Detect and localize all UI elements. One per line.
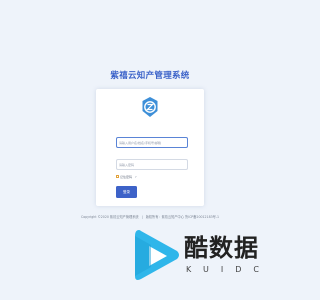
footer: Copyright ©2020 紫禧云知产管理系统 | 版权所有：紫禧云知产中心… [0,214,300,219]
watermark-play-logo-icon [135,230,179,280]
login-button[interactable]: 登录 [116,186,137,198]
password-input[interactable] [116,159,188,170]
footer-separator: | [141,215,143,219]
help-icon[interactable]: ? [135,175,137,179]
app-logo-icon [142,97,158,117]
remember-checkbox[interactable] [116,175,119,178]
watermark-text: 酷数据 [184,234,259,262]
watermark-subtext: KUIDC [186,265,271,274]
copyright-text: Copyright ©2020 紫禧云知产管理系统 [80,215,139,219]
app-title: 紫禧云知产管理系统 [110,71,190,81]
remember-password[interactable]: 记住密码 ? [116,174,137,179]
username-input[interactable] [116,137,188,148]
icp-text[interactable]: 版权所有：紫禧云知产中心 鲁ICP备20012183号-1 [146,215,219,219]
remember-label: 记住密码 [120,174,133,179]
